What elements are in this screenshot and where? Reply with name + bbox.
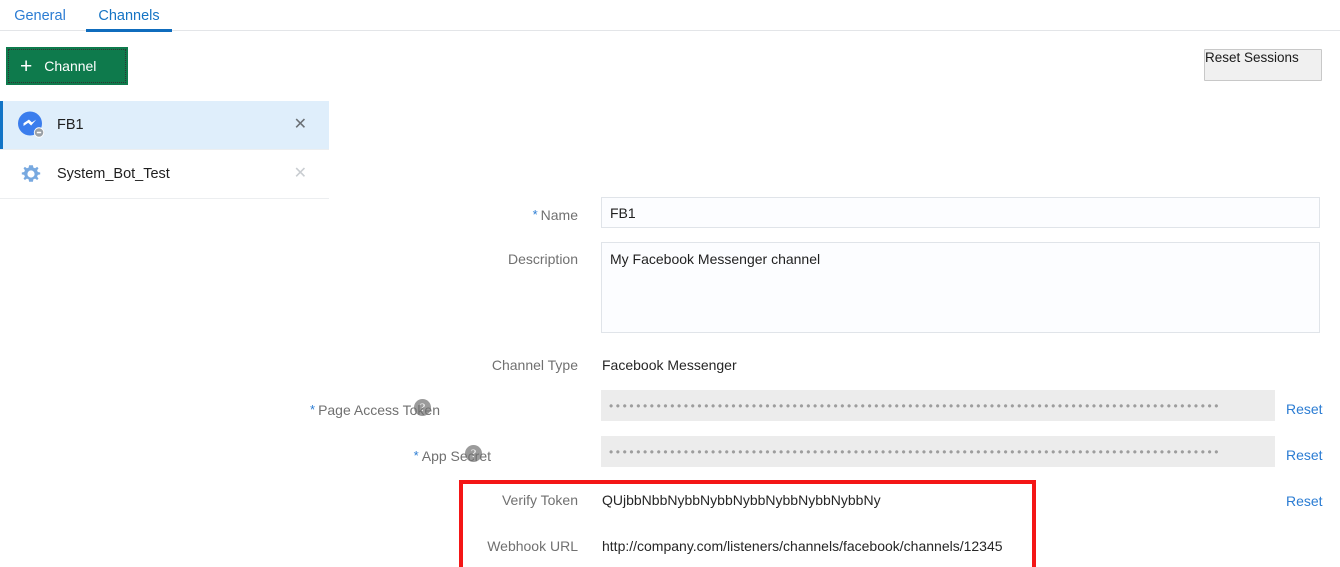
channel-list-item-fb1[interactable]: FB1 ✕ — [0, 101, 329, 150]
channel-list: FB1 ✕ System_Bot_Test ✕ — [0, 101, 329, 199]
close-icon[interactable]: ✕ — [294, 117, 307, 133]
verify-token-reset-link[interactable]: Reset — [1286, 493, 1323, 509]
reset-sessions-label: Reset Sessions — [1205, 50, 1299, 65]
required-asterisk: * — [532, 207, 538, 222]
masked-value: ••••••••••••••••••••••••••••••••••••••••… — [609, 398, 1222, 413]
channel-type-value: Facebook Messenger — [602, 357, 737, 373]
close-icon[interactable]: ✕ — [294, 166, 307, 182]
description-label: Description — [388, 251, 578, 267]
channel-list-item-label: System_Bot_Test — [57, 166, 170, 182]
channel-list-item-system-bot-test[interactable]: System_Bot_Test ✕ — [0, 150, 329, 199]
facebook-messenger-icon — [16, 110, 46, 140]
masked-value: ••••••••••••••••••••••••••••••••••••••••… — [609, 444, 1222, 459]
app-secret-label: * App Secret — [301, 448, 491, 464]
webhook-url-label-text: Webhook URL — [487, 538, 578, 554]
webhook-url-label: Webhook URL — [388, 538, 578, 554]
verify-token-label: Verify Token — [388, 492, 578, 508]
name-label: * Name — [388, 207, 578, 223]
gear-icon — [16, 159, 46, 189]
channel-type-label: Channel Type — [388, 357, 578, 373]
add-channel-label: Channel — [44, 58, 97, 74]
tab-channels[interactable]: Channels — [86, 0, 172, 32]
required-asterisk: * — [310, 402, 316, 417]
name-input[interactable] — [601, 197, 1320, 228]
tab-general-label: General — [14, 7, 66, 24]
page-access-token-reset-link[interactable]: Reset — [1286, 401, 1323, 417]
description-label-text: Description — [507, 251, 578, 267]
description-textarea[interactable]: My Facebook Messenger channel — [601, 242, 1320, 333]
app-secret-label-text: App Secret — [421, 448, 491, 464]
app-secret-input[interactable]: ••••••••••••••••••••••••••••••••••••••••… — [601, 436, 1275, 467]
page-access-token-input[interactable]: ••••••••••••••••••••••••••••••••••••••••… — [601, 390, 1275, 421]
channel-list-item-label: FB1 — [57, 117, 84, 133]
page-access-token-label-text: Page Access Token — [318, 402, 440, 418]
tab-general[interactable]: General — [12, 0, 68, 31]
reset-sessions-button[interactable]: Reset Sessions — [1204, 49, 1322, 81]
channel-type-label-text: Channel Type — [491, 357, 578, 373]
plus-icon: + — [20, 54, 33, 78]
name-label-text: Name — [540, 207, 578, 223]
channels-settings-page: General Channels + Channel Reset Session… — [0, 0, 1340, 567]
tab-channels-label: Channels — [98, 7, 160, 24]
add-channel-button[interactable]: + Channel — [6, 47, 128, 85]
required-asterisk: * — [413, 448, 419, 463]
app-secret-reset-link[interactable]: Reset — [1286, 447, 1323, 463]
page-access-token-label: * Page Access Token — [250, 402, 440, 418]
webhook-url-value: http://company.com/listeners/channels/fa… — [602, 538, 1003, 554]
tab-bar: General Channels — [0, 0, 1340, 32]
verify-token-value: QUjbbNbbNybbNybbNybbNybbNybbNybbNy — [602, 492, 881, 508]
verify-token-label-text: Verify Token — [501, 492, 578, 508]
